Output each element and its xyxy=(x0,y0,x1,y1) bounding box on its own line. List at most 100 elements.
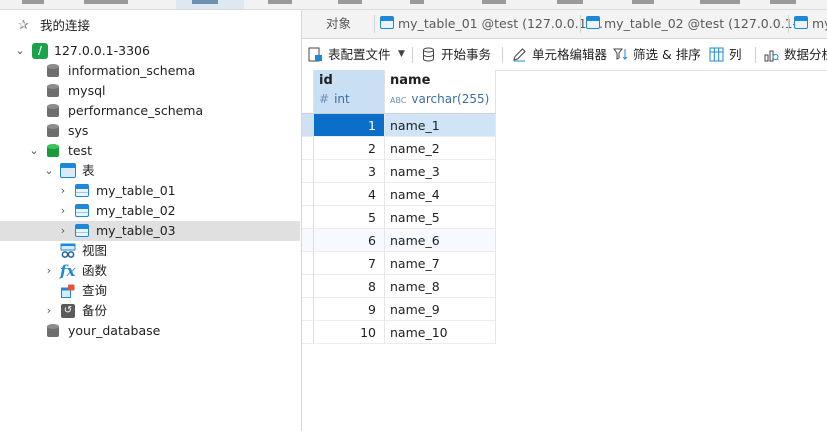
cell-id[interactable]: 9 xyxy=(314,298,385,321)
tree-db-information-schema[interactable]: information_schema xyxy=(0,61,300,81)
row-indicator[interactable] xyxy=(302,252,314,275)
table-label: my_table_03 xyxy=(96,223,176,238)
cell-name[interactable]: name_5 xyxy=(385,206,496,229)
top-toolbar-item-fragment xyxy=(192,0,218,4)
tree-db-sys[interactable]: sys xyxy=(0,121,300,141)
tree-db-mysql[interactable]: mysql xyxy=(0,81,300,101)
top-toolbar-item-fragment xyxy=(410,0,424,4)
tab-objects[interactable]: 对象 xyxy=(326,10,351,38)
data-analysis-button[interactable]: 数据分析 xyxy=(764,39,827,70)
cell-id[interactable]: 8 xyxy=(314,275,385,298)
table-config-button[interactable]: 表配置文件 ▼ xyxy=(308,39,408,70)
pencil-icon xyxy=(513,48,526,62)
tab-my-table-01[interactable]: my_table_01 @test (127.0.0.1-... xyxy=(374,10,603,38)
cell-name[interactable]: name_7 xyxy=(385,252,496,275)
table-toolbar: 表配置文件 ▼ 开始事务 单元格编辑器 筛选 & 排序 列 数据分析 xyxy=(302,39,827,71)
backups-label: 备份 xyxy=(82,303,108,318)
cell-name[interactable]: name_4 xyxy=(385,183,496,206)
cell-name[interactable]: name_2 xyxy=(385,137,496,160)
cell-editor-label: 单元格编辑器 xyxy=(532,47,608,62)
database-label: information_schema xyxy=(68,63,196,78)
cell-id[interactable]: 10 xyxy=(314,321,385,344)
tree-db-test[interactable]: ⌄ test xyxy=(0,141,300,161)
tab-label: my_table_01 @test (127.0.0.1-... xyxy=(398,16,604,31)
begin-transaction-button[interactable]: 开始事务 xyxy=(421,39,495,70)
navigation-sidebar: ✰ 我的连接 ⌄ ∕ 127.0.0.1-3306 information_sc… xyxy=(0,10,301,431)
row-indicator-header xyxy=(302,70,314,114)
column-header-id[interactable]: id # int xyxy=(314,70,385,114)
cell-id[interactable]: 6 xyxy=(314,229,385,252)
cell-name[interactable]: name_10 xyxy=(385,321,496,344)
cell-name[interactable]: name_1 xyxy=(385,114,496,137)
cell-editor-button[interactable]: 单元格编辑器 xyxy=(512,39,608,70)
tree-db-your-database[interactable]: your_database xyxy=(0,321,300,341)
row-indicator[interactable] xyxy=(302,206,314,229)
top-toolbar-item-fragment xyxy=(22,0,44,4)
backup-icon: ↺ xyxy=(60,303,76,319)
tree-db-performance-schema[interactable]: performance_schema xyxy=(0,101,300,121)
top-toolbar-item-fragment xyxy=(632,0,654,4)
row-indicator[interactable] xyxy=(302,137,314,160)
database-icon xyxy=(45,83,61,99)
database-icon xyxy=(45,63,61,79)
cell-id[interactable]: 5 xyxy=(314,206,385,229)
tab-my-table-03[interactable]: my xyxy=(788,10,827,38)
column-header-name[interactable]: name ABC varchar(255) xyxy=(385,70,496,114)
columns-button[interactable]: 列 xyxy=(709,39,749,70)
toolbar-divider xyxy=(502,47,503,63)
tree-table-my-table-02[interactable]: › my_table_02 xyxy=(0,201,300,221)
queries-label: 查询 xyxy=(82,283,108,298)
tab-my-table-02[interactable]: my_table_02 @test (127.0.0.1-... xyxy=(580,10,809,38)
column-type: ABC varchar(255) xyxy=(390,92,490,106)
toolbar-divider xyxy=(412,47,413,63)
row-indicator[interactable] xyxy=(302,114,314,137)
database-icon xyxy=(45,103,61,119)
tree-tables-group[interactable]: ⌄ 表 xyxy=(0,161,300,181)
chevron-right-icon[interactable]: › xyxy=(57,201,69,221)
top-toolbar-item-fragment xyxy=(770,0,796,4)
filter-sort-label: 筛选 & 排序 xyxy=(633,47,701,62)
row-indicator[interactable] xyxy=(302,321,314,344)
cell-id[interactable]: 1 xyxy=(314,114,385,137)
row-indicator[interactable] xyxy=(302,183,314,206)
tree-backups[interactable]: › ↺ 备份 xyxy=(0,301,300,321)
filter-sort-button[interactable]: 筛选 & 排序 xyxy=(613,39,705,70)
chevron-right-icon[interactable]: › xyxy=(43,261,55,281)
row-indicator[interactable] xyxy=(302,275,314,298)
cell-id[interactable]: 7 xyxy=(314,252,385,275)
cell-name[interactable]: name_3 xyxy=(385,160,496,183)
chevron-right-icon[interactable]: › xyxy=(43,301,55,321)
tree-views[interactable]: 视图 xyxy=(0,241,300,261)
chevron-right-icon[interactable]: › xyxy=(57,221,69,241)
cell-id[interactable]: 2 xyxy=(314,137,385,160)
tree-queries[interactable]: 查询 xyxy=(0,281,300,301)
cell-id[interactable]: 3 xyxy=(314,160,385,183)
text-type-icon: ABC xyxy=(390,96,407,105)
top-toolbar-strip xyxy=(0,0,827,10)
cell-id[interactable]: 4 xyxy=(314,183,385,206)
chevron-down-icon[interactable]: ⌄ xyxy=(43,161,55,181)
tree-connection[interactable]: ⌄ ∕ 127.0.0.1-3306 xyxy=(0,41,300,61)
row-indicator[interactable] xyxy=(302,298,314,321)
tables-group-icon xyxy=(60,163,76,179)
top-toolbar-item-fragment xyxy=(84,0,128,4)
cell-name[interactable]: name_6 xyxy=(385,229,496,252)
tables-group-label: 表 xyxy=(82,163,95,178)
row-indicator[interactable] xyxy=(302,229,314,252)
tab-label: my xyxy=(812,16,827,31)
cell-name[interactable]: name_9 xyxy=(385,298,496,321)
tree-table-my-table-03[interactable]: › my_table_03 xyxy=(0,221,300,241)
database-label: performance_schema xyxy=(68,103,204,118)
database-icon xyxy=(45,323,61,339)
dropdown-caret-icon[interactable]: ▼ xyxy=(398,39,405,70)
row-indicator[interactable] xyxy=(302,160,314,183)
my-connections-header[interactable]: ✰ 我的连接 xyxy=(0,16,300,36)
chevron-right-icon[interactable]: › xyxy=(57,181,69,201)
cell-name[interactable]: name_8 xyxy=(385,275,496,298)
chevron-down-icon[interactable]: ⌄ xyxy=(28,141,40,161)
chevron-down-icon[interactable]: ⌄ xyxy=(14,41,26,61)
begin-transaction-label: 开始事务 xyxy=(441,47,492,62)
tree-table-my-table-01[interactable]: › my_table_01 xyxy=(0,181,300,201)
tree-functions[interactable]: › fx 函数 xyxy=(0,261,300,281)
database-label: mysql xyxy=(68,83,106,98)
